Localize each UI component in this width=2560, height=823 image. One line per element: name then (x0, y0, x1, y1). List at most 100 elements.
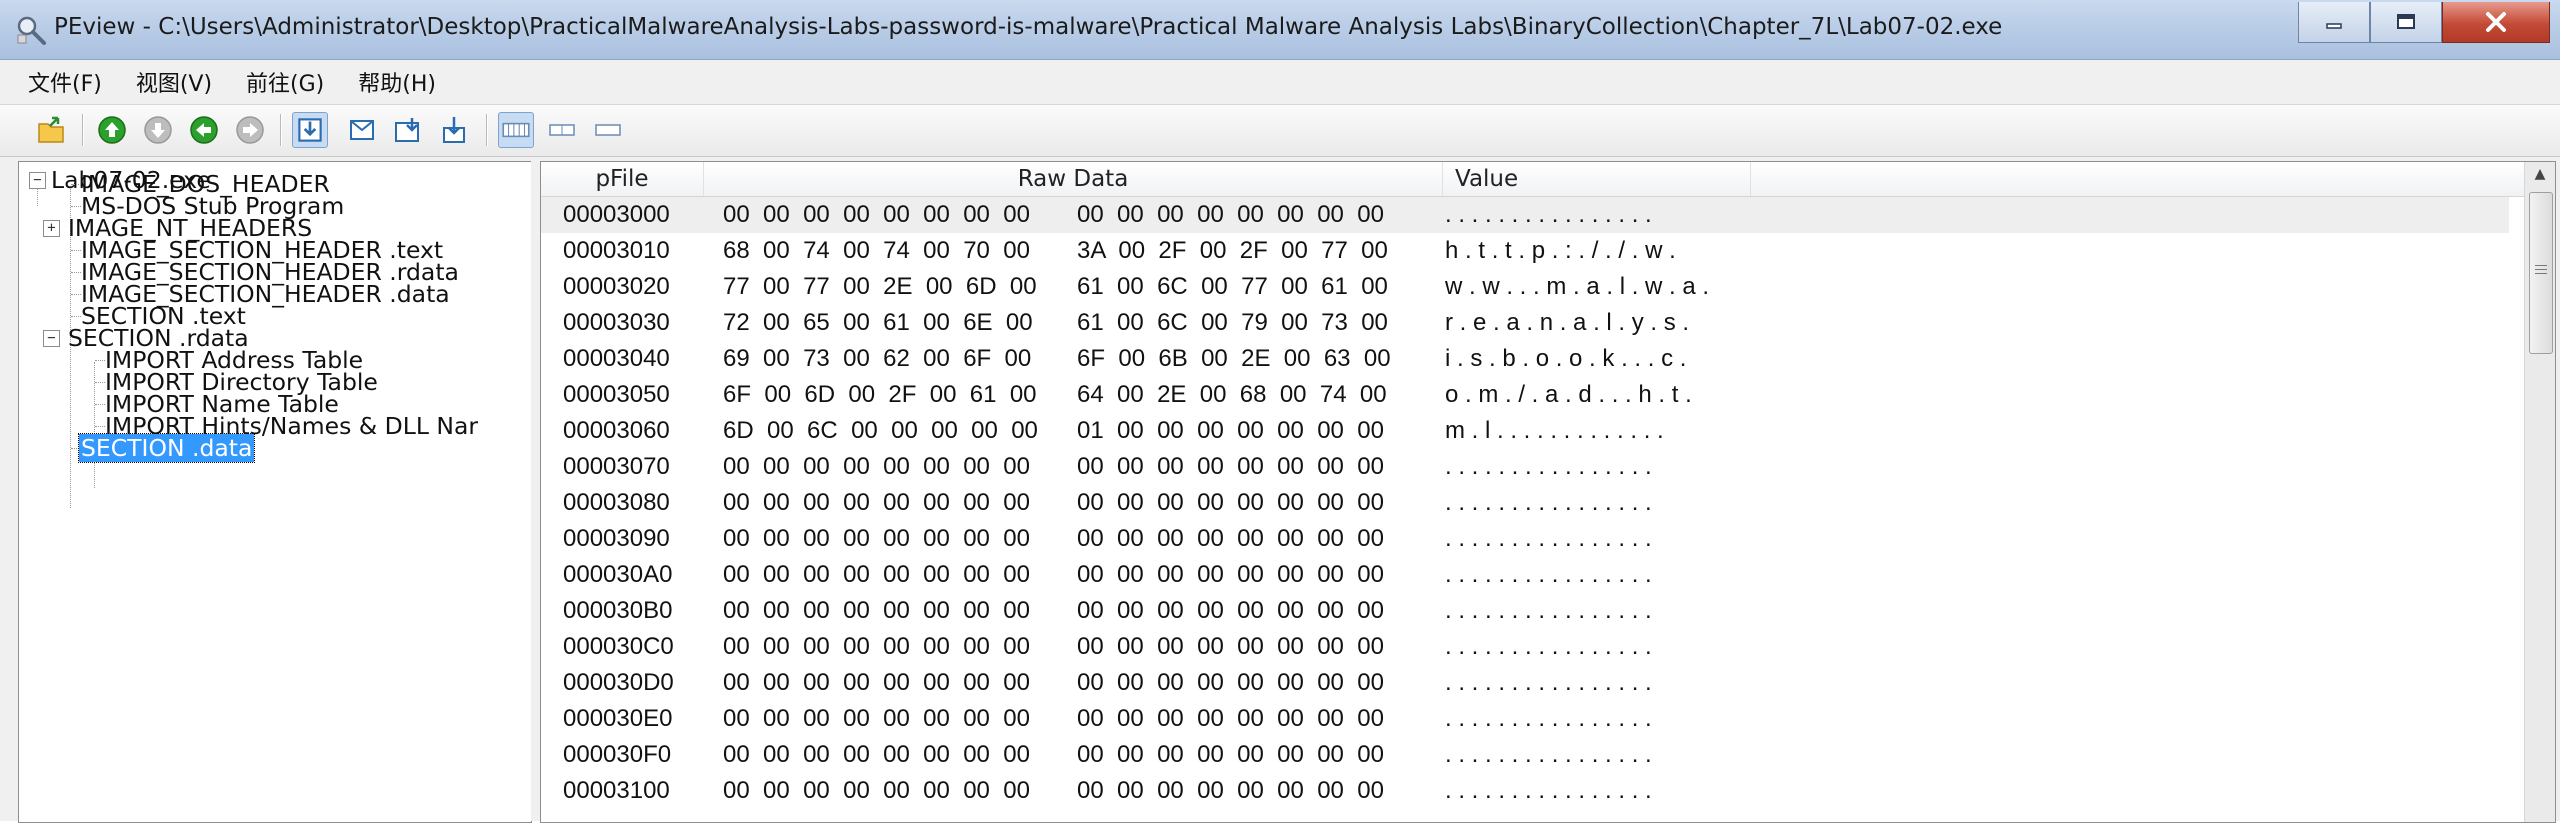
pane-splitter[interactable] (531, 161, 539, 821)
table-row[interactable]: 00003020 77 00 77 00 2E 00 6D 00 61 00 6C … (541, 269, 2509, 305)
cell-raw-data-1: 00 00 00 00 00 00 00 00 (723, 201, 1030, 228)
table-row[interactable]: 00003060 6D 00 6C 00 00 00 00 00 01 00 00 … (541, 413, 2509, 449)
go-forward-icon[interactable] (234, 114, 266, 146)
go-back-icon[interactable] (188, 114, 220, 146)
cell-raw-data-1: 00 00 00 00 00 00 00 00 (723, 453, 1030, 480)
layout-dword-icon[interactable] (592, 114, 624, 146)
open-file-icon[interactable] (36, 114, 68, 146)
table-row[interactable]: 000030A0 00 00 00 00 00 00 00 00 00 00 00 … (541, 557, 2509, 593)
toolbar (0, 105, 2560, 157)
cell-raw-data-2: 00 00 00 00 00 00 00 00 (1077, 561, 1384, 588)
cell-value: i . s . b . o . o . k . . . c . (1445, 345, 1687, 372)
table-row[interactable]: 000030F0 00 00 00 00 00 00 00 00 00 00 00 … (541, 737, 2509, 773)
view-mode-3-icon[interactable] (392, 114, 424, 146)
collapse-icon[interactable]: − (29, 171, 46, 189)
vertical-scrollbar[interactable]: ▲ (2524, 162, 2555, 822)
cell-pfile: 00003100 (563, 777, 670, 804)
table-row[interactable]: 000030E0 00 00 00 00 00 00 00 00 00 00 00 … (541, 701, 2509, 737)
cell-raw-data-2: 00 00 00 00 00 00 00 00 (1077, 669, 1384, 696)
collapse-icon[interactable]: − (43, 329, 60, 347)
view-mode-2-icon[interactable] (346, 114, 378, 146)
cell-raw-data-1: 00 00 00 00 00 00 00 00 (723, 489, 1030, 516)
cell-pfile: 000030A0 (563, 561, 673, 588)
minimize-icon (2326, 23, 2342, 29)
cell-raw-data-2: 61 00 6C 00 77 00 61 00 (1077, 273, 1388, 300)
table-row[interactable]: 00003070 00 00 00 00 00 00 00 00 00 00 00 … (541, 449, 2509, 485)
table-row[interactable]: 000030B0 00 00 00 00 00 00 00 00 00 00 00 … (541, 593, 2509, 629)
table-row[interactable]: 00003010 68 00 74 00 74 00 70 00 3A 00 2F … (541, 233, 2509, 269)
minimize-button[interactable] (2298, 2, 2370, 43)
menu-view[interactable]: 视图(V) (136, 66, 212, 98)
scrollbar-thumb[interactable] (2529, 192, 2553, 354)
hex-data-view[interactable]: pFile Raw Data Value 00003000 00 00 00 00… (540, 161, 2556, 823)
maximize-button[interactable] (2370, 2, 2442, 43)
cell-raw-data-2: 00 00 00 00 00 00 00 00 (1077, 525, 1384, 552)
table-row[interactable]: 00003030 72 00 65 00 61 00 6E 00 61 00 6C … (541, 305, 2509, 341)
tree-item-label-selected[interactable]: SECTION .data (77, 433, 256, 463)
cell-raw-data-2: 00 00 00 00 00 00 00 00 (1077, 633, 1384, 660)
cell-value: m . l . . . . . . . . . . . . . (1445, 417, 1664, 444)
table-row[interactable]: 00003100 00 00 00 00 00 00 00 00 00 00 00 … (541, 773, 2509, 809)
column-header-raw-data[interactable]: Raw Data (704, 162, 1443, 196)
cell-raw-data-1: 00 00 00 00 00 00 00 00 (723, 597, 1030, 624)
menu-file[interactable]: 文件(F) (28, 66, 102, 98)
view-mode-4-icon[interactable] (438, 114, 470, 146)
table-row[interactable]: 000030D0 00 00 00 00 00 00 00 00 00 00 00 … (541, 665, 2509, 701)
table-row[interactable]: 00003080 00 00 00 00 00 00 00 00 00 00 00 … (541, 485, 2509, 521)
window-controls (2298, 2, 2550, 46)
cell-value: . . . . . . . . . . . . . . . . (1445, 453, 1652, 480)
cell-raw-data-1: 77 00 77 00 2E 00 6D 00 (723, 273, 1037, 300)
close-button[interactable] (2442, 2, 2550, 43)
cell-pfile: 000030C0 (563, 633, 674, 660)
tree-item-section-data[interactable]: SECTION .data (63, 430, 256, 466)
cell-pfile: 00003090 (563, 525, 670, 552)
close-icon (2486, 12, 2506, 32)
cell-raw-data-2: 00 00 00 00 00 00 00 00 (1077, 201, 1384, 228)
layout-word-icon[interactable] (546, 114, 578, 146)
table-row[interactable]: 00003040 69 00 73 00 62 00 6F 00 6F 00 6B … (541, 341, 2509, 377)
view-mode-1-icon[interactable] (292, 112, 328, 148)
toolbar-separator (280, 114, 282, 146)
cell-pfile: 00003070 (563, 453, 670, 480)
table-row[interactable]: 000030C0 00 00 00 00 00 00 00 00 00 00 00 … (541, 629, 2509, 665)
cell-raw-data-1: 00 00 00 00 00 00 00 00 (723, 705, 1030, 732)
expand-icon[interactable]: + (43, 219, 60, 237)
table-row[interactable]: 00003090 00 00 00 00 00 00 00 00 00 00 00 … (541, 521, 2509, 557)
go-down-icon[interactable] (142, 114, 174, 146)
table-row[interactable]: 00003050 6F 00 6D 00 2F 00 61 00 64 00 2E … (541, 377, 2509, 413)
column-header-pfile[interactable]: pFile (541, 162, 704, 196)
grip-icon (2535, 265, 2547, 266)
cell-pfile: 00003060 (563, 417, 670, 444)
magnifier-icon (17, 16, 46, 45)
toolbar-separator (486, 114, 488, 146)
client-area: − Lab07-02.exe IMAGE_DOS_HEADER MS-DOS S… (0, 157, 2560, 823)
cell-value: . . . . . . . . . . . . . . . . (1445, 597, 1652, 624)
cell-raw-data-1: 00 00 00 00 00 00 00 00 (723, 561, 1030, 588)
cell-raw-data-1: 00 00 00 00 00 00 00 00 (723, 669, 1030, 696)
cell-raw-data-2: 01 00 00 00 00 00 00 00 (1077, 417, 1384, 444)
cell-value: r . e . a . n . a . l . y . s . (1445, 309, 1690, 336)
cell-value: . . . . . . . . . . . . . . . . (1445, 525, 1652, 552)
cell-value: . . . . . . . . . . . . . . . . (1445, 669, 1652, 696)
cell-raw-data-2: 00 00 00 00 00 00 00 00 (1077, 597, 1384, 624)
maximize-icon (2397, 14, 2415, 29)
cell-raw-data-2: 00 00 00 00 00 00 00 00 (1077, 741, 1384, 768)
menu-go[interactable]: 前往(G) (246, 66, 324, 98)
layout-byte-icon[interactable] (498, 112, 534, 148)
menu-help[interactable]: 帮助(H) (358, 66, 436, 98)
cell-value: . . . . . . . . . . . . . . . . (1445, 201, 1652, 228)
cell-pfile: 00003080 (563, 489, 670, 516)
table-header: pFile Raw Data Value (541, 162, 2541, 197)
scroll-up-arrow-icon[interactable]: ▲ (2525, 162, 2555, 186)
toolbar-separator (82, 114, 84, 146)
cell-raw-data-1: 00 00 00 00 00 00 00 00 (723, 777, 1030, 804)
cell-pfile: 00003020 (563, 273, 670, 300)
title-bar[interactable]: PEview - C:\Users\Administrator\Desktop\… (0, 0, 2560, 60)
column-header-value[interactable]: Value (1443, 162, 1751, 196)
table-row[interactable]: 00003000 00 00 00 00 00 00 00 00 00 00 00 … (541, 197, 2509, 233)
cell-raw-data-2: 00 00 00 00 00 00 00 00 (1077, 777, 1384, 804)
cell-raw-data-1: 00 00 00 00 00 00 00 00 (723, 525, 1030, 552)
cell-pfile: 00003000 (563, 201, 670, 228)
go-up-icon[interactable] (96, 114, 128, 146)
structure-tree[interactable]: − Lab07-02.exe IMAGE_DOS_HEADER MS-DOS S… (18, 161, 532, 823)
